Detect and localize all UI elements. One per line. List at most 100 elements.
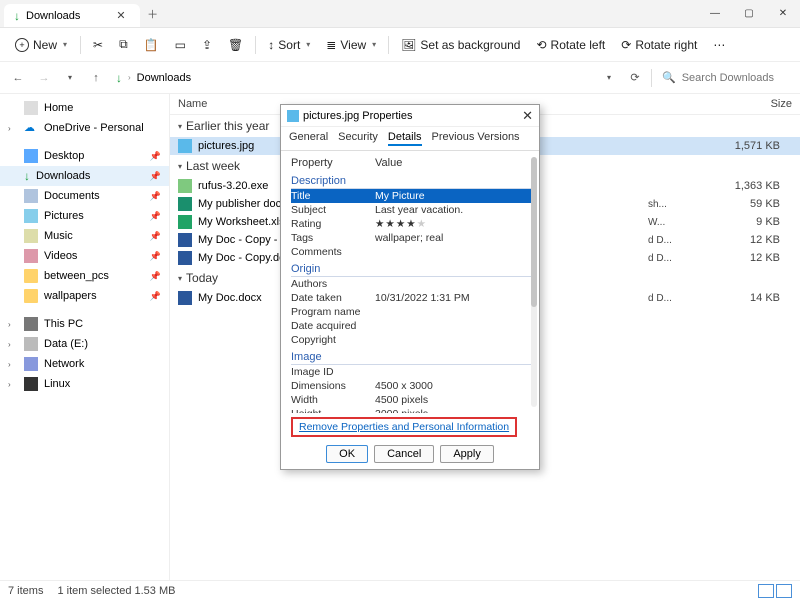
- search-input[interactable]: [682, 72, 782, 84]
- title-bar: ↓ Downloads ✕ ＋ — ▢ ✕: [0, 0, 800, 28]
- pin-icon: 📌: [150, 191, 161, 202]
- command-bar: + New ▾ ✂ ⧉ 📋 ▭ ⇪ 🗑 ↕Sort▾ ≣View▾ 🖼Set a…: [0, 28, 800, 62]
- cancel-button[interactable]: Cancel: [374, 445, 434, 463]
- forward-button[interactable]: →: [34, 68, 54, 88]
- sidebar-item-wallpapers[interactable]: wallpapers📌: [0, 286, 169, 306]
- prop-row-date-taken[interactable]: Date taken10/31/2022 1:31 PM: [291, 291, 533, 305]
- sidebar-item-network[interactable]: ›Network: [0, 354, 169, 374]
- music-icon: [24, 229, 38, 243]
- new-tab-button[interactable]: ＋: [140, 0, 166, 27]
- prop-row-authors[interactable]: Authors: [291, 277, 533, 291]
- pin-icon: 📌: [150, 251, 161, 262]
- dialog-scrollbar[interactable]: [531, 157, 537, 407]
- chevron-right-icon[interactable]: ›: [8, 360, 18, 369]
- search-box[interactable]: 🔍: [658, 71, 792, 84]
- chevron-right-icon[interactable]: ›: [8, 320, 18, 329]
- close-button[interactable]: ✕: [766, 0, 800, 27]
- prop-row-copyright[interactable]: Copyright: [291, 333, 533, 347]
- prop-row-image-id[interactable]: Image ID: [291, 365, 533, 379]
- dialog-close-button[interactable]: ✕: [522, 108, 533, 124]
- tab-previous-versions[interactable]: Previous Versions: [432, 131, 520, 146]
- pin-icon: 📌: [150, 211, 161, 222]
- ok-button[interactable]: OK: [326, 445, 368, 463]
- recent-locations-button[interactable]: ▾: [60, 68, 80, 88]
- word-file-icon: [178, 291, 192, 305]
- sidebar-item-home[interactable]: Home: [0, 98, 169, 118]
- prop-row-rating[interactable]: Rating★★★★★: [291, 217, 533, 231]
- sidebar-item-music[interactable]: Music📌: [0, 226, 169, 246]
- breadcrumb-segment[interactable]: Downloads: [137, 72, 191, 84]
- prop-row-width[interactable]: Width4500 pixels: [291, 393, 533, 407]
- sidebar-item-documents[interactable]: Documents📌: [0, 186, 169, 206]
- sidebar-item-between-pcs[interactable]: between_pcs📌: [0, 266, 169, 286]
- address-dropdown-button[interactable]: ▾: [599, 68, 619, 88]
- back-button[interactable]: ←: [8, 68, 28, 88]
- window-tab[interactable]: ↓ Downloads ✕: [4, 4, 140, 27]
- tab-close-icon[interactable]: ✕: [116, 9, 125, 22]
- view-button[interactable]: ≣View▾: [320, 34, 382, 56]
- more-button[interactable]: ⋯: [707, 34, 731, 56]
- tab-details[interactable]: Details: [388, 131, 422, 146]
- chevron-right-icon: ›: [128, 73, 131, 82]
- paste-button[interactable]: 📋: [138, 34, 165, 56]
- plus-circle-icon: +: [15, 38, 29, 52]
- rename-button[interactable]: ▭: [169, 34, 192, 56]
- prop-row-dimensions[interactable]: Dimensions4500 x 3000: [291, 379, 533, 393]
- up-button[interactable]: ↑: [86, 68, 106, 88]
- remove-properties-link[interactable]: Remove Properties and Personal Informati…: [291, 417, 517, 437]
- image-file-icon: [178, 139, 192, 153]
- sidebar-item-this-pc[interactable]: ›This PC: [0, 314, 169, 334]
- prop-row-title[interactable]: TitleMy Picture: [291, 189, 533, 203]
- tab-security[interactable]: Security: [338, 131, 378, 146]
- thumbnails-view-button[interactable]: [776, 584, 792, 598]
- prop-row-program[interactable]: Program name: [291, 305, 533, 319]
- chevron-right-icon[interactable]: ›: [8, 124, 18, 133]
- chevron-right-icon[interactable]: ›: [8, 340, 18, 349]
- section-origin: Origin: [291, 261, 533, 277]
- column-header-size[interactable]: Size: [740, 94, 800, 114]
- prop-row-date-acquired[interactable]: Date acquired: [291, 319, 533, 333]
- rotate-right-button[interactable]: ⟳Rotate right: [615, 34, 703, 56]
- delete-button[interactable]: 🗑: [222, 34, 249, 56]
- sort-button[interactable]: ↕Sort▾: [262, 34, 316, 56]
- breadcrumb[interactable]: ↓ › Downloads: [112, 71, 593, 85]
- word-file-icon: [178, 233, 192, 247]
- sidebar-item-linux[interactable]: ›Linux: [0, 374, 169, 394]
- tab-general[interactable]: General: [289, 131, 328, 146]
- refresh-button[interactable]: ⟳: [625, 71, 645, 84]
- dialog-titlebar[interactable]: pictures.jpg Properties ✕: [281, 105, 539, 127]
- apply-button[interactable]: Apply: [440, 445, 494, 463]
- rotate-left-icon: ⟲: [536, 38, 546, 52]
- scissors-icon: ✂: [93, 38, 103, 52]
- sidebar-item-pictures[interactable]: Pictures📌: [0, 206, 169, 226]
- maximize-button[interactable]: ▢: [732, 0, 766, 27]
- sort-icon: ↕: [268, 38, 274, 52]
- copy-button[interactable]: ⧉: [113, 33, 134, 56]
- prop-row-comments[interactable]: Comments: [291, 245, 533, 259]
- new-button[interactable]: + New ▾: [8, 33, 74, 57]
- sidebar-item-desktop[interactable]: Desktop📌: [0, 146, 169, 166]
- chevron-right-icon[interactable]: ›: [8, 380, 18, 389]
- sidebar-item-downloads[interactable]: ↓Downloads📌: [0, 166, 169, 186]
- sidebar-item-onedrive[interactable]: ›☁OneDrive - Personal: [0, 118, 169, 138]
- prop-row-tags[interactable]: Tagswallpaper; real: [291, 231, 533, 245]
- set-background-button[interactable]: 🖼Set as background: [395, 34, 526, 56]
- scrollbar-thumb[interactable]: [531, 157, 537, 307]
- prop-row-subject[interactable]: SubjectLast year vacation.: [291, 203, 533, 217]
- clipboard-icon: 📋: [144, 38, 159, 52]
- rotate-left-button[interactable]: ⟲Rotate left: [530, 34, 611, 56]
- pin-icon: 📌: [150, 271, 161, 282]
- star-rating: ★★★★★: [375, 218, 533, 230]
- cut-button[interactable]: ✂: [87, 34, 109, 56]
- rotate-right-icon: ⟳: [621, 38, 631, 52]
- share-button[interactable]: ⇪: [196, 34, 218, 56]
- sidebar-item-videos[interactable]: Videos📌: [0, 246, 169, 266]
- details-view-button[interactable]: [758, 584, 774, 598]
- chevron-down-icon: ▾: [306, 40, 310, 49]
- pin-icon: 📌: [150, 151, 161, 162]
- chevron-down-icon: ▾: [178, 122, 182, 131]
- prop-row-height[interactable]: Height3000 pixels: [291, 407, 533, 413]
- minimize-button[interactable]: —: [698, 0, 732, 27]
- picture-icon: 🖼: [401, 38, 416, 52]
- sidebar-item-data-e[interactable]: ›Data (E:): [0, 334, 169, 354]
